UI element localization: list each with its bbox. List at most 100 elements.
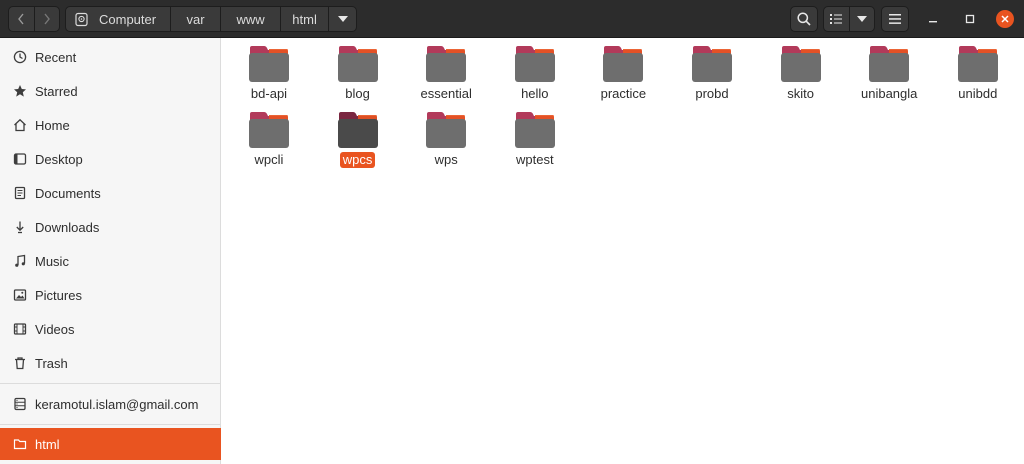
folder-item[interactable]: practice (583, 45, 663, 109)
minimize-button[interactable] (924, 10, 942, 28)
crumb-var[interactable]: var (170, 7, 220, 31)
folder-icon (426, 112, 467, 148)
folder-icon (869, 46, 910, 82)
home-icon (14, 118, 26, 132)
folder-name: wptest (516, 152, 554, 167)
folder-item[interactable]: wptest (495, 111, 575, 175)
trash-icon (15, 357, 25, 370)
maximize-icon (965, 14, 975, 24)
folder-item[interactable]: wpcli (229, 111, 309, 175)
folder-icon (514, 112, 555, 148)
search-button[interactable] (790, 6, 818, 32)
sidebar-item-documents[interactable]: Documents (0, 178, 221, 208)
chevron-down-icon (337, 16, 348, 22)
close-icon (996, 10, 1014, 28)
sidebar: Recent Starred Home Desktop Documents Do… (0, 38, 221, 464)
sidebar-item-label: Videos (35, 321, 75, 337)
minimize-icon (929, 21, 937, 23)
sidebar-item-label: Trash (35, 355, 68, 371)
sidebar-item-downloads[interactable]: Downloads (0, 212, 221, 242)
network-server-icon (14, 397, 26, 411)
sidebar-item-videos[interactable]: Videos (0, 314, 221, 344)
folder-item[interactable]: probd (672, 45, 752, 109)
search-icon (797, 12, 811, 26)
folder-icon (780, 46, 821, 82)
folder-name: skito (787, 86, 814, 101)
folder-icon (514, 46, 555, 82)
folder-item[interactable]: bd-api (229, 45, 309, 109)
sidebar-item-account[interactable]: keramotul.islam@gmail.com (0, 389, 221, 419)
list-view-icon (830, 14, 843, 24)
chevron-down-icon (856, 16, 867, 22)
chevron-right-icon (44, 13, 50, 25)
crumb-www[interactable]: www (220, 7, 280, 31)
sidebar-divider (0, 424, 221, 425)
path-menu-button[interactable] (328, 7, 356, 31)
chevron-left-icon (18, 13, 25, 25)
folder-icon (426, 46, 467, 82)
crumb-label: Computer (99, 11, 157, 27)
hamburger-menu-icon (889, 14, 901, 24)
crumb-label: html (292, 11, 317, 27)
folder-icon (337, 46, 378, 82)
sidebar-item-recent[interactable]: Recent (0, 42, 221, 72)
view-options-button[interactable] (848, 7, 875, 31)
folder-icon (337, 112, 378, 148)
sidebar-item-trash[interactable]: Trash (0, 348, 221, 378)
sidebar-item-label: Desktop (35, 151, 83, 167)
sidebar-item-label: Home (35, 117, 70, 133)
sidebar-item-html[interactable]: html (0, 428, 221, 460)
back-button[interactable] (9, 7, 34, 31)
folder-item[interactable]: wps (406, 111, 486, 175)
folder-item[interactable]: blog (318, 45, 398, 109)
folder-name: wps (434, 152, 458, 167)
folder-icon (13, 439, 27, 450)
clock-icon (13, 50, 27, 64)
close-button[interactable] (996, 10, 1014, 28)
folder-item[interactable]: wpcs (318, 111, 398, 175)
folder-icon (249, 112, 289, 148)
sidebar-item-label: Pictures (35, 287, 82, 303)
folder-item[interactable]: essential (406, 45, 486, 109)
maximize-button[interactable] (961, 10, 979, 28)
crumb-label: var (186, 11, 205, 27)
sidebar-item-pictures[interactable]: Pictures (0, 280, 221, 310)
forward-button[interactable] (33, 7, 59, 31)
folder-name: probd (695, 86, 729, 101)
sidebar-item-music[interactable]: Music (0, 246, 221, 276)
sidebar-item-label: html (35, 436, 60, 452)
menu-button[interactable] (881, 6, 909, 32)
sidebar-divider (0, 383, 221, 384)
navigation-buttons (8, 6, 60, 32)
sidebar-item-label: Downloads (35, 219, 100, 235)
list-view-button[interactable] (824, 7, 849, 31)
path-bar: Computer var www html (65, 6, 358, 32)
folder-item[interactable]: unibdd (938, 45, 1018, 109)
sidebar-item-home[interactable]: Home (0, 110, 221, 140)
picture-icon (13, 289, 27, 301)
download-icon (16, 221, 24, 234)
folder-name: wpcli (254, 152, 284, 167)
crumb-label: www (236, 11, 265, 27)
sidebar-item-starred[interactable]: Starred (0, 76, 221, 106)
crumb-computer[interactable]: Computer (66, 7, 170, 31)
sidebar-item-label: Music (35, 253, 69, 269)
folder-name: blog (345, 86, 370, 101)
folder-item[interactable]: hello (495, 45, 575, 109)
sidebar-item-label: Starred (35, 83, 78, 99)
folder-item[interactable]: skito (761, 45, 841, 109)
sidebar-item-label: keramotul.islam@gmail.com (35, 396, 199, 412)
folder-item[interactable]: unibangla (849, 45, 929, 109)
header-bar: Computer var www html (0, 0, 1024, 38)
sidebar-item-desktop[interactable]: Desktop (0, 144, 221, 174)
drive-icon (75, 12, 88, 26)
folder-name: bd-api (250, 86, 288, 101)
crumb-html[interactable]: html (280, 7, 328, 31)
music-icon (15, 254, 26, 267)
video-icon (13, 323, 27, 335)
desktop-icon (13, 153, 27, 165)
folder-icon (957, 46, 998, 82)
view-toggle-group (823, 6, 875, 32)
document-icon (14, 186, 26, 200)
folder-name: unibangla (860, 86, 918, 101)
